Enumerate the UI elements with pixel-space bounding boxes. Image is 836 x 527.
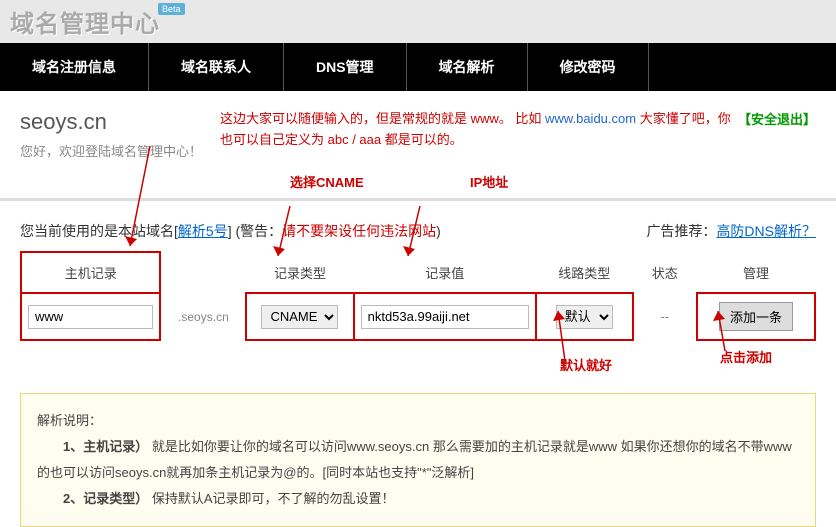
annot-default: 默认就好 [560, 355, 612, 374]
type-select[interactable]: CNAME [261, 305, 338, 329]
welcome-text: 您好，欢迎登陆域名管理中心！ [20, 141, 202, 160]
explain-box: 解析说明： 1、主机记录） 就是比如你要让你的域名可以访问www.seoys.c… [20, 393, 816, 527]
main-nav: 域名注册信息 域名联系人 DNS管理 域名解析 修改密码 [0, 43, 836, 91]
divider [0, 198, 836, 201]
domain-block: seoys.cn 您好，欢迎登陆域名管理中心！ [20, 109, 202, 160]
th-value: 记录值 [354, 252, 536, 293]
notice-mid: ] (警告： [228, 223, 282, 239]
logo-bar: 域名管理中心Beta [0, 0, 836, 43]
nav-password[interactable]: 修改密码 [528, 43, 649, 91]
nav-resolve[interactable]: 域名解析 [407, 43, 528, 91]
nav-register-info[interactable]: 域名注册信息 [0, 43, 149, 91]
ad-label: 广告推荐： [646, 223, 716, 239]
th-line: 线路类型 [536, 252, 633, 293]
table-row: .seoys.cn CNAME 默认 -- 添加一条 [21, 293, 815, 340]
nav-contact[interactable]: 域名联系人 [149, 43, 284, 91]
th-suffix [160, 252, 246, 293]
notice-warn: 请不要架设任何违法网站 [282, 223, 436, 239]
th-manage: 管理 [697, 252, 815, 293]
th-host: 主机记录 [21, 252, 160, 293]
ad-block: 广告推荐：高防DNS解析？ [646, 221, 816, 241]
p1-label: 1、主机记录） [63, 439, 148, 454]
annot-cname: 选择CNAME [290, 172, 364, 191]
p2-label: 2、记录类型） [63, 491, 148, 506]
ad-link[interactable]: 高防DNS解析？ [716, 223, 816, 239]
explain-p1: 1、主机记录） 就是比如你要让你的域名可以访问www.seoys.cn 那么需要… [37, 434, 799, 486]
th-status: 状态 [633, 252, 697, 293]
p2-text: 保持默认A记录即可，不了解的勿乱设置！ [148, 491, 394, 506]
nav-dns[interactable]: DNS管理 [284, 43, 407, 91]
notice-suffix: ) [436, 223, 441, 239]
explain-p2: 2、记录类型） 保持默认A记录即可，不了解的勿乱设置！ [37, 486, 799, 512]
explain-title: 解析说明： [37, 408, 799, 434]
notice-link-resolve[interactable]: 解析5号 [178, 223, 228, 239]
domain-title: seoys.cn [20, 109, 202, 135]
notice-prefix: 您当前使用的是本站域名[ [20, 223, 178, 239]
add-button[interactable]: 添加一条 [719, 302, 793, 331]
host-input[interactable] [28, 305, 153, 329]
logout-link[interactable]: 【安全退出】 [738, 109, 816, 128]
annot-text-a: 这边大家可以随便输入的，但是常规的就是 www。 比如 [220, 111, 545, 126]
host-suffix: .seoys.cn [160, 293, 246, 340]
status-cell: -- [633, 293, 697, 340]
annotation-top: 这边大家可以随便输入的，但是常规的就是 www。 比如 www.baidu.co… [220, 109, 738, 151]
table-header-row: 主机记录 记录类型 记录值 线路类型 状态 管理 [21, 252, 815, 293]
beta-badge: Beta [158, 3, 185, 15]
header-row: seoys.cn 您好，欢迎登陆域名管理中心！ 这边大家可以随便输入的，但是常规… [0, 91, 836, 172]
dns-table-wrap: 主机记录 记录类型 记录值 线路类型 状态 管理 .seoys.cn CNAME… [0, 251, 836, 375]
th-type: 记录类型 [246, 252, 353, 293]
annot-add: 点击添加 [720, 347, 772, 366]
logo-text: 域名管理中心 [10, 4, 160, 39]
line-select[interactable]: 默认 [556, 305, 613, 329]
annot-ip: IP地址 [470, 172, 508, 191]
annot-text-url: www.baidu.com [545, 111, 636, 126]
notice-bar: 您当前使用的是本站域名[解析5号] (警告：请不要架设任何违法网站) 广告推荐：… [0, 211, 836, 251]
value-input[interactable] [361, 305, 529, 329]
dns-table: 主机记录 记录类型 记录值 线路类型 状态 管理 .seoys.cn CNAME… [20, 251, 816, 341]
p1-text: 就是比如你要让你的域名可以访问www.seoys.cn 那么需要加的主机记录就是… [37, 439, 792, 480]
